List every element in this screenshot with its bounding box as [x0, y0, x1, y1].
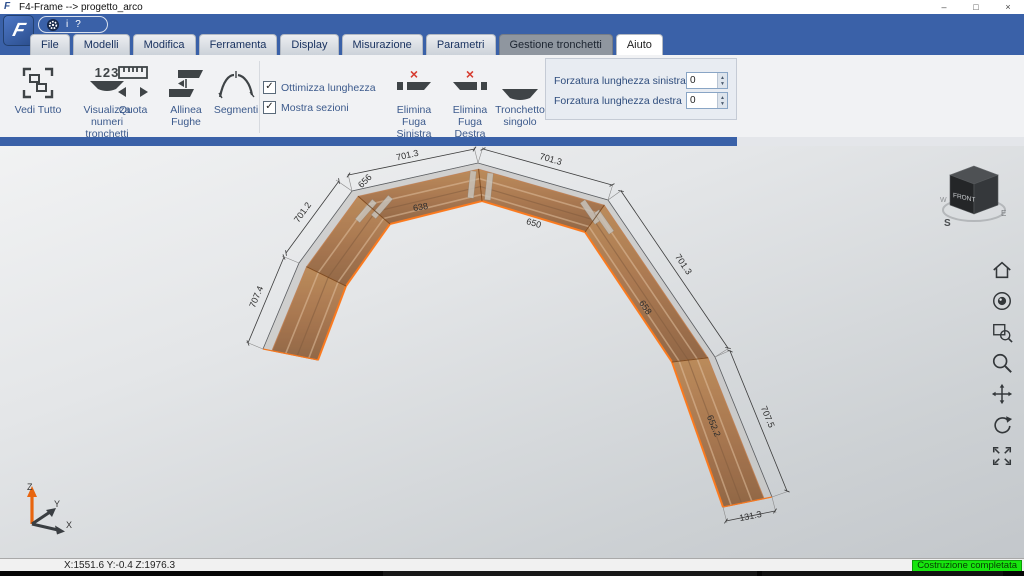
tab-gestione-tronchetti[interactable]: Gestione tronchetti — [499, 34, 613, 55]
svg-text:701.3: 701.3 — [673, 252, 694, 276]
minimize-button[interactable]: – — [928, 0, 960, 14]
elimina-fuga-destra-button[interactable]: × Elimina Fuga Destra — [442, 59, 498, 140]
svg-text:701.3: 701.3 — [539, 151, 563, 167]
viewcube-east-label: E — [1001, 209, 1006, 218]
fullscreen-expand-icon[interactable] — [990, 444, 1014, 468]
close-button[interactable]: × — [992, 0, 1024, 14]
svg-text:701.3: 701.3 — [395, 148, 419, 163]
forzatura-panel: Forzatura lunghezza sinistra ▲ ▼ Forzatu… — [545, 58, 737, 120]
mostra-sezioni-checkbox[interactable]: ✓ Mostra sezioni — [263, 101, 376, 114]
app-icon: F — [4, 2, 14, 12]
settings-gear-icon[interactable] — [47, 19, 59, 31]
forzatura-sinistra-spinner: ▲ ▼ — [686, 72, 728, 89]
app-window: F F4-Frame --> progetto_arco – □ × F i ?… — [0, 0, 1024, 576]
home-view-icon[interactable] — [990, 258, 1014, 282]
axis-z-label: Z — [27, 482, 33, 492]
ribbon-checkboxes: ✓ Ottimizza lunghezza ✓ Mostra sezioni — [263, 81, 376, 114]
allinea-fughe-button[interactable]: Allinea Fughe — [158, 59, 214, 128]
quota-button[interactable]: Quota — [106, 59, 160, 116]
status-bar: X:1551.6 Y:-0.4 Z:1976.3 Costruzione com… — [0, 558, 1024, 571]
elimina-fuga-sinistra-button[interactable]: × Elimina Fuga Sinistra — [386, 59, 442, 140]
tab-display[interactable]: Display — [280, 34, 338, 55]
arc-segments-icon — [217, 59, 255, 101]
axis-y-label: Y — [54, 499, 60, 509]
forzatura-destra-row: Forzatura lunghezza destra ▲ ▼ — [554, 92, 728, 109]
eye-view-icon[interactable] — [990, 289, 1014, 313]
tab-aiuto[interactable]: Aiuto — [616, 34, 663, 55]
tab-file[interactable]: File — [30, 34, 70, 55]
quick-access-toolbar: i ? — [38, 16, 108, 33]
ribbon-accent-strip — [0, 137, 737, 146]
tronchetto-singolo-button[interactable]: Tronchetto singolo — [496, 59, 544, 128]
delete-left-joint-icon: × — [395, 59, 433, 101]
tab-parametri[interactable]: Parametri — [426, 34, 496, 55]
tab-ferramenta[interactable]: Ferramenta — [199, 34, 278, 55]
tab-misurazione[interactable]: Misurazione — [342, 34, 423, 55]
spin-down-icon[interactable]: ▼ — [720, 101, 725, 107]
spin-down-icon[interactable]: ▼ — [720, 81, 725, 87]
ottimizza-lunghezza-checkbox[interactable]: ✓ Ottimizza lunghezza — [263, 81, 376, 94]
viewport-3d[interactable]: 707.4 701.2 701.3 701.3 701.3 707.5 656 … — [0, 146, 1024, 558]
info-button[interactable]: i — [66, 20, 68, 30]
taskbar-segment — [383, 571, 757, 576]
taskbar-sliver — [0, 571, 1024, 576]
svg-text:131.3: 131.3 — [738, 509, 762, 523]
tab-modifica[interactable]: Modifica — [133, 34, 196, 55]
zoom-window-icon[interactable] — [990, 320, 1014, 344]
axis-triad: Z Y X — [14, 480, 78, 544]
ribbon-strip-right — [737, 137, 1024, 146]
forzatura-sinistra-row: Forzatura lunghezza sinistra ▲ ▼ — [554, 72, 728, 89]
pan-icon[interactable] — [990, 382, 1014, 406]
see-all-icon — [20, 59, 56, 101]
ribbon-header: F i ? File Modelli Modifica Ferramenta D… — [0, 14, 1024, 55]
viewcube-south-label: S — [944, 218, 951, 229]
view-cube[interactable]: FRONT S E W — [938, 158, 1010, 234]
viewcube-west-label: W — [940, 197, 947, 204]
forzatura-destra-spinner: ▲ ▼ — [686, 92, 728, 109]
arch-model[interactable]: 707.4 701.2 701.3 701.3 701.3 707.5 656 … — [0, 146, 1024, 558]
checkbox-check-icon: ✓ — [263, 81, 276, 94]
maximize-button[interactable]: □ — [960, 0, 992, 14]
checkbox-check-icon: ✓ — [263, 101, 276, 114]
taskbar-segment — [762, 571, 1003, 576]
svg-text:707.5: 707.5 — [759, 405, 777, 430]
forzatura-destra-input[interactable] — [687, 93, 717, 108]
align-joints-icon — [167, 59, 205, 101]
vedi-tutto-button[interactable]: Vedi Tutto — [6, 59, 70, 116]
titlebar: F F4-Frame --> progetto_arco – □ × — [0, 0, 1024, 14]
svg-text:707.4: 707.4 — [247, 285, 265, 310]
ribbon-separator — [259, 61, 260, 133]
forzatura-sinistra-input[interactable] — [687, 73, 717, 88]
help-button[interactable]: ? — [75, 20, 81, 30]
axis-x-label: X — [66, 520, 72, 530]
zoom-icon[interactable] — [990, 351, 1014, 375]
cursor-coordinates: X:1551.6 Y:-0.4 Z:1976.3 — [64, 560, 175, 571]
ruler-icon — [114, 59, 152, 101]
segmenti-button[interactable]: Segmenti — [212, 59, 260, 116]
window-title: F4-Frame --> progetto_arco — [19, 2, 143, 13]
rotate-view-icon[interactable] — [990, 413, 1014, 437]
single-log-icon — [500, 59, 540, 101]
ribbon-body: Vedi Tutto 123 Visualizza numeri tronche… — [0, 55, 1024, 146]
tab-modelli[interactable]: Modelli — [73, 34, 130, 55]
delete-right-joint-icon: × — [451, 59, 489, 101]
viewport-toolbar — [990, 258, 1014, 468]
ribbon-tabs: File Modelli Modifica Ferramenta Display… — [30, 34, 663, 55]
